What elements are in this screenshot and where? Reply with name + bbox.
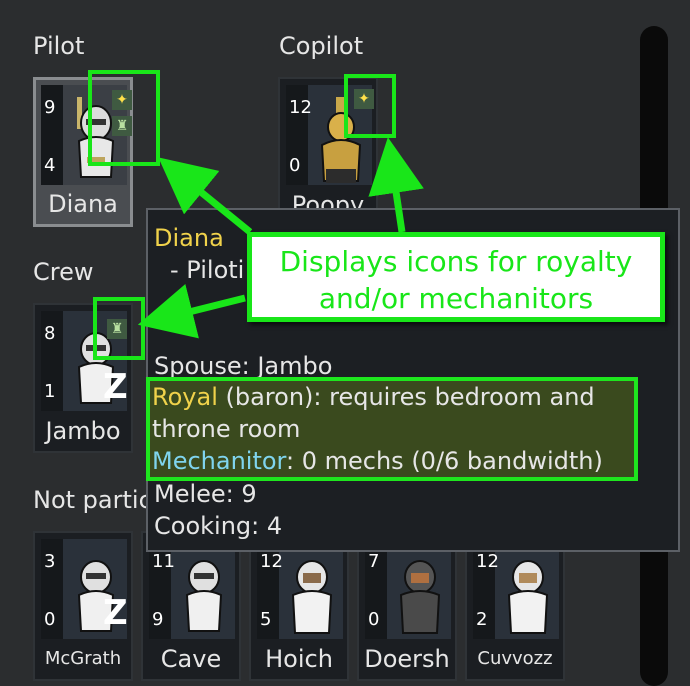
annotation-arrows-icon: [137, 137, 424, 339]
annotation-callout: Displays icons for royalty and/or mechan…: [247, 232, 665, 322]
callout-line-2: and/or mechanitors: [318, 282, 594, 315]
callout-line-1: Displays icons for royalty: [279, 245, 633, 278]
